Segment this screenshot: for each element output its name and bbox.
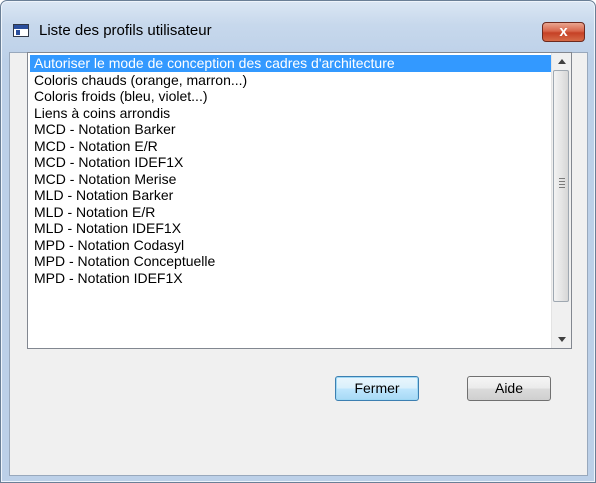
list-item[interactable]: MCD - Notation Merise <box>30 171 552 188</box>
scroll-up-button[interactable] <box>552 53 571 70</box>
scroll-down-arrow-icon <box>557 337 566 342</box>
vertical-scrollbar[interactable] <box>551 53 571 348</box>
fermer-button[interactable]: Fermer <box>335 376 419 401</box>
profile-listbox[interactable]: Autoriser le mode de conception des cadr… <box>27 52 572 349</box>
list-item[interactable]: Liens à coins arrondis <box>30 105 552 122</box>
window-title: Liste des profils utilisateur <box>39 22 212 39</box>
profile-list: Autoriser le mode de conception des cadr… <box>30 55 552 286</box>
scroll-thumb[interactable] <box>553 70 569 302</box>
aide-button[interactable]: Aide <box>467 376 551 401</box>
list-item[interactable]: MLD - Notation E/R <box>30 204 552 221</box>
list-item[interactable]: MPD - Notation Codasyl <box>30 237 552 254</box>
list-item[interactable]: MLD - Notation Barker <box>30 187 552 204</box>
dialog-window: Liste des profils utilisateur x Autorise… <box>0 0 596 483</box>
list-item[interactable]: Autoriser le mode de conception des cadr… <box>30 55 552 72</box>
list-item[interactable]: MCD - Notation E/R <box>30 138 552 155</box>
list-item[interactable]: MLD - Notation IDEF1X <box>30 220 552 237</box>
close-window-button[interactable]: x <box>542 22 585 42</box>
scroll-up-arrow-icon <box>557 59 566 64</box>
list-item[interactable]: MPD - Notation Conceptuelle <box>30 253 552 270</box>
list-item[interactable]: MCD - Notation IDEF1X <box>30 154 552 171</box>
list-item[interactable]: MPD - Notation IDEF1X <box>30 270 552 287</box>
list-item[interactable]: Coloris froids (bleu, violet...) <box>30 88 552 105</box>
scroll-down-button[interactable] <box>552 331 571 348</box>
list-item[interactable]: Coloris chauds (orange, marron...) <box>30 72 552 89</box>
list-item[interactable]: MCD - Notation Barker <box>30 121 552 138</box>
scroll-grip-icon <box>559 178 565 190</box>
app-icon <box>13 24 29 37</box>
